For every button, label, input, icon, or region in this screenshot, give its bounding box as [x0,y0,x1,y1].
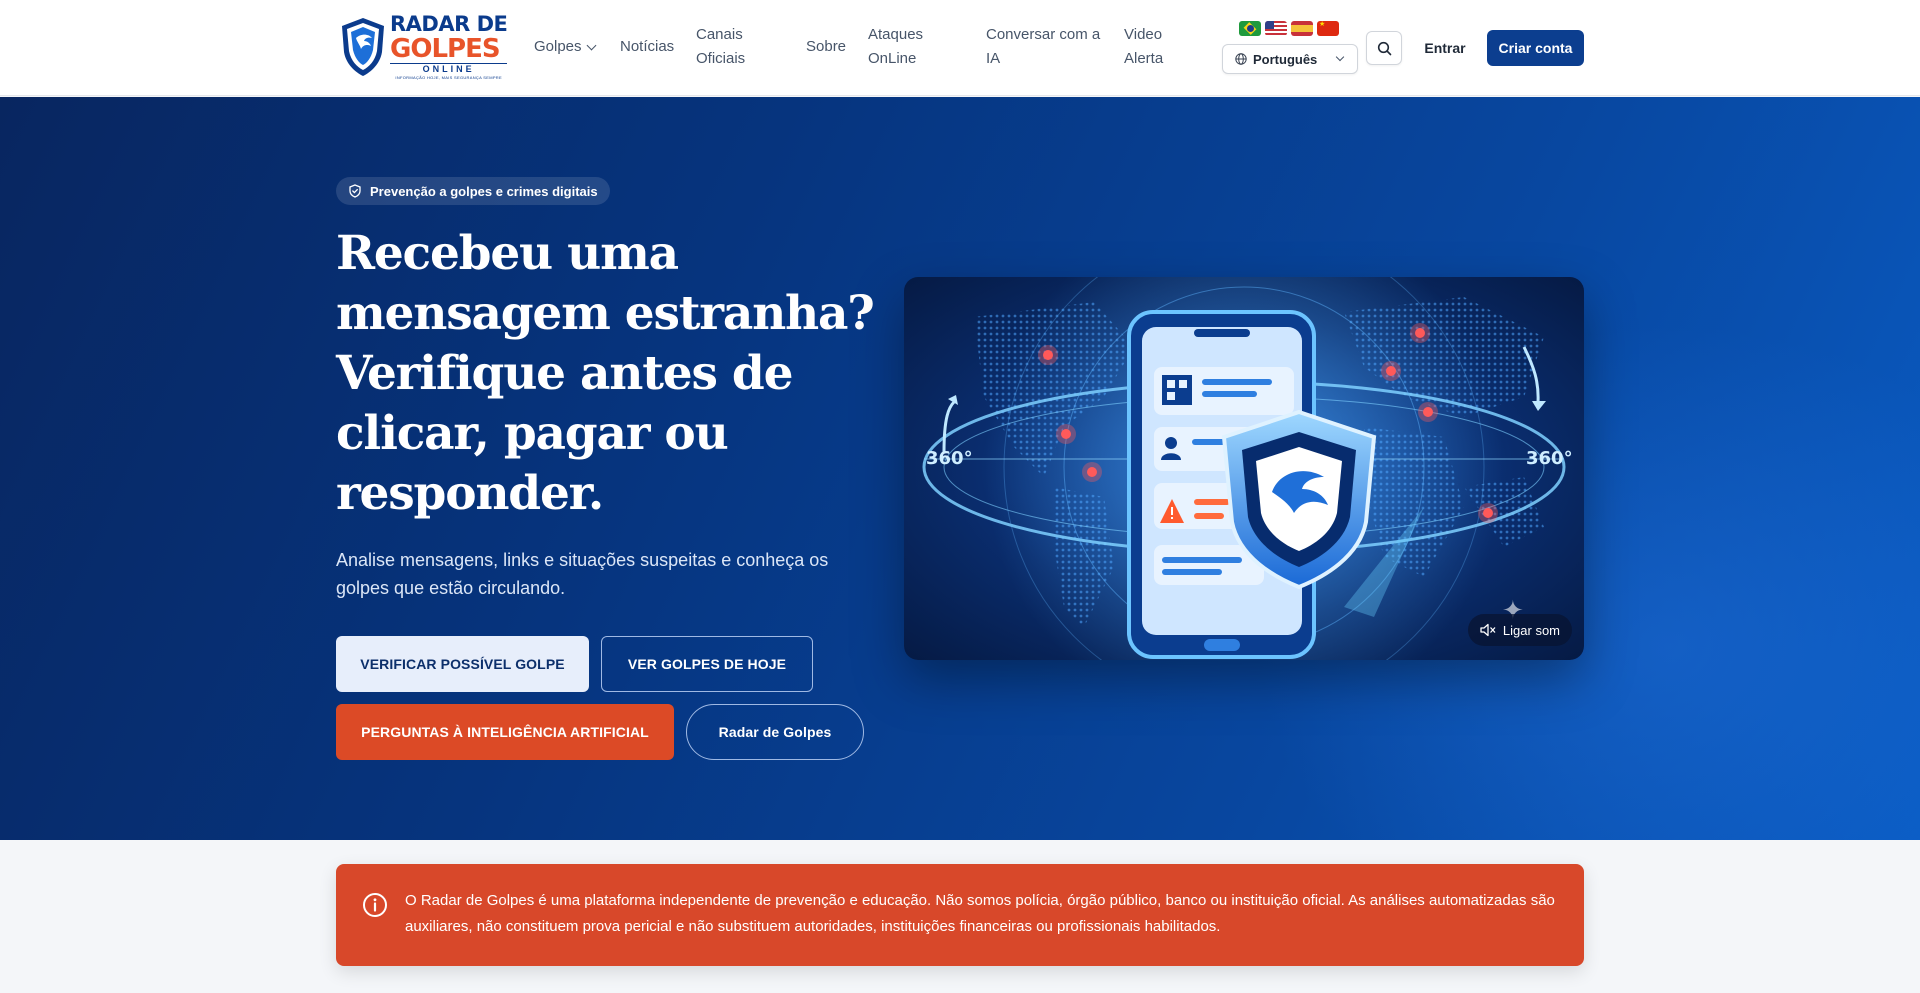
todays-scams-button[interactable]: VER GOLPES DE HOJE [601,636,813,692]
logo-line-1: RADAR DE [390,12,508,36]
disclaimer-banner: O Radar de Golpes é uma plataforma indep… [336,864,1584,966]
nav-ataques-online[interactable]: Ataques OnLine [868,23,948,71]
nav-golpes-dropdown[interactable]: Golpes [534,35,596,59]
radar-golpes-button[interactable]: Radar de Golpes [686,704,864,760]
site-logo[interactable]: RADAR DE GOLPES ONLINE INFORMAÇÃO HOJE, … [338,14,510,80]
language-select[interactable]: Português [1222,44,1358,74]
hero-badge-label: Prevenção a golpes e crimes digitais [370,183,598,199]
hero-badge: Prevenção a golpes e crimes digitais [336,177,610,205]
nav-canais-oficiais[interactable]: Canais Oficiais [696,23,776,71]
info-icon [363,893,387,917]
language-flags [1239,21,1339,36]
nav-golpes-label: Golpes [534,38,582,55]
login-button[interactable]: Entrar [1412,30,1478,66]
sound-toggle-button[interactable]: Ligar som [1467,614,1572,646]
flag-brazil-icon[interactable] [1239,21,1261,36]
hero-section: Prevenção a golpes e crimes digitais Rec… [0,97,1920,840]
nav-noticias[interactable]: Notícias [620,35,674,59]
degree-label-right: 360° [1526,448,1573,469]
search-icon [1377,41,1391,55]
search-button[interactable] [1366,31,1402,65]
nav-conversar-ia[interactable]: Conversar com a IA [986,23,1116,71]
logo-tagline: INFORMAÇÃO HOJE, MAIS SEGURANÇA SEMPRE [395,75,502,80]
disclaimer-text: O Radar de Golpes é uma plataforma indep… [405,892,1555,935]
sound-toggle-label: Ligar som [1502,622,1560,638]
flag-spain-icon[interactable] [1291,21,1313,36]
globe-icon [1235,53,1247,65]
nav-video-alerta[interactable]: Video Alerta [1124,23,1184,71]
verify-scam-button[interactable]: VERIFICAR POSSÍVEL GOLPE [336,636,589,692]
shield-check-icon [349,184,361,198]
nav-sobre[interactable]: Sobre [806,35,846,59]
hero-title: Recebeu uma mensagem estranha? Verifique… [336,226,875,521]
flag-usa-icon[interactable] [1265,21,1287,36]
eagle-shield-icon [342,18,384,76]
chevron-down-icon [1335,52,1345,62]
ask-ai-button[interactable]: PERGUNTAS À INTELIGÊNCIA ARTIFICIAL [336,704,674,760]
create-account-button[interactable]: Criar conta [1487,30,1584,66]
logo-line-2: GOLPES [390,34,501,64]
hero-subtitle: Analise mensagens, links e situações sus… [336,550,829,598]
degree-label-left: 360° [926,448,973,469]
mute-icon [1480,623,1496,637]
logo-line-3: ONLINE [390,63,508,74]
globe-phone-shield-illustration: 360° 360° ✦ [922,277,1573,660]
chevron-down-icon [586,40,596,50]
site-header: RADAR DE GOLPES ONLINE INFORMAÇÃO HOJE, … [0,0,1920,96]
hero-video[interactable]: 360° 360° ✦ Ligar som [904,277,1584,660]
flag-china-icon[interactable] [1317,21,1339,36]
language-select-value: Português [1253,51,1318,67]
